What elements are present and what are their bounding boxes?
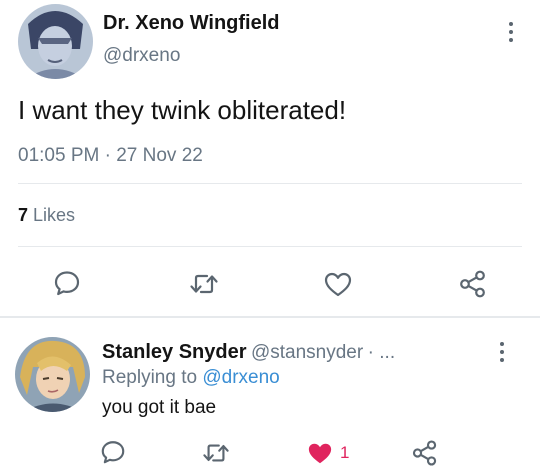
- reply-retweet-button[interactable]: [201, 440, 231, 466]
- reply-more-options-button[interactable]: [499, 342, 505, 362]
- share-button[interactable]: [458, 269, 488, 299]
- reply-header: Stanley Snyder @stansnyder · ...: [102, 341, 395, 364]
- retweet-icon: [190, 274, 218, 294]
- author-name[interactable]: Dr. Xeno Wingfield: [103, 12, 280, 35]
- timestamp-separator: ·: [104, 145, 111, 166]
- heart-icon: [324, 272, 352, 297]
- heart-filled-icon: [308, 443, 332, 464]
- likes-count: 7: [18, 205, 29, 225]
- share-icon: [460, 270, 485, 298]
- comment-icon: [54, 271, 80, 296]
- reply-handle-suffix: · ...: [367, 342, 396, 363]
- tweet-time: 01:05 PM: [18, 145, 100, 166]
- reply-author-name[interactable]: Stanley Snyder: [102, 341, 247, 363]
- tweet-timestamp: 01:05 PM · 27 Nov 22: [18, 145, 203, 167]
- more-vertical-icon: [509, 22, 513, 26]
- reply-author-avatar[interactable]: [15, 337, 90, 412]
- reply-text: you got it bae: [102, 397, 217, 418]
- tweet-text: I want they twink obliterated!: [18, 95, 347, 125]
- divider: [18, 183, 522, 184]
- replying-to-label: Replying to: [102, 367, 198, 388]
- author-avatar[interactable]: [18, 4, 93, 79]
- reply-like-button[interactable]: 1: [306, 440, 349, 466]
- like-button[interactable]: [323, 270, 353, 298]
- likes-stat[interactable]: 7 Likes: [18, 205, 75, 226]
- reply-author-handle[interactable]: @stansnyder: [251, 342, 363, 363]
- divider: [18, 246, 522, 247]
- more-options-button[interactable]: [508, 22, 514, 42]
- replying-to-handle-link[interactable]: @drxeno: [202, 367, 279, 388]
- author-handle[interactable]: @drxeno: [103, 45, 180, 67]
- replying-to: Replying to @drxeno: [102, 367, 280, 389]
- more-vertical-icon: [500, 342, 504, 346]
- reply-share-button[interactable]: [411, 439, 439, 467]
- reply-reply-button[interactable]: [100, 439, 126, 465]
- likes-label: Likes: [33, 205, 76, 225]
- thread-separator: [0, 316, 540, 318]
- share-icon: [412, 440, 437, 466]
- reply-like-count: 1: [340, 443, 350, 462]
- comment-icon: [101, 441, 125, 464]
- retweet-button[interactable]: [188, 270, 220, 298]
- retweet-icon: [203, 444, 229, 462]
- tweet-date: 27 Nov 22: [116, 145, 203, 166]
- reply-button[interactable]: [53, 269, 81, 297]
